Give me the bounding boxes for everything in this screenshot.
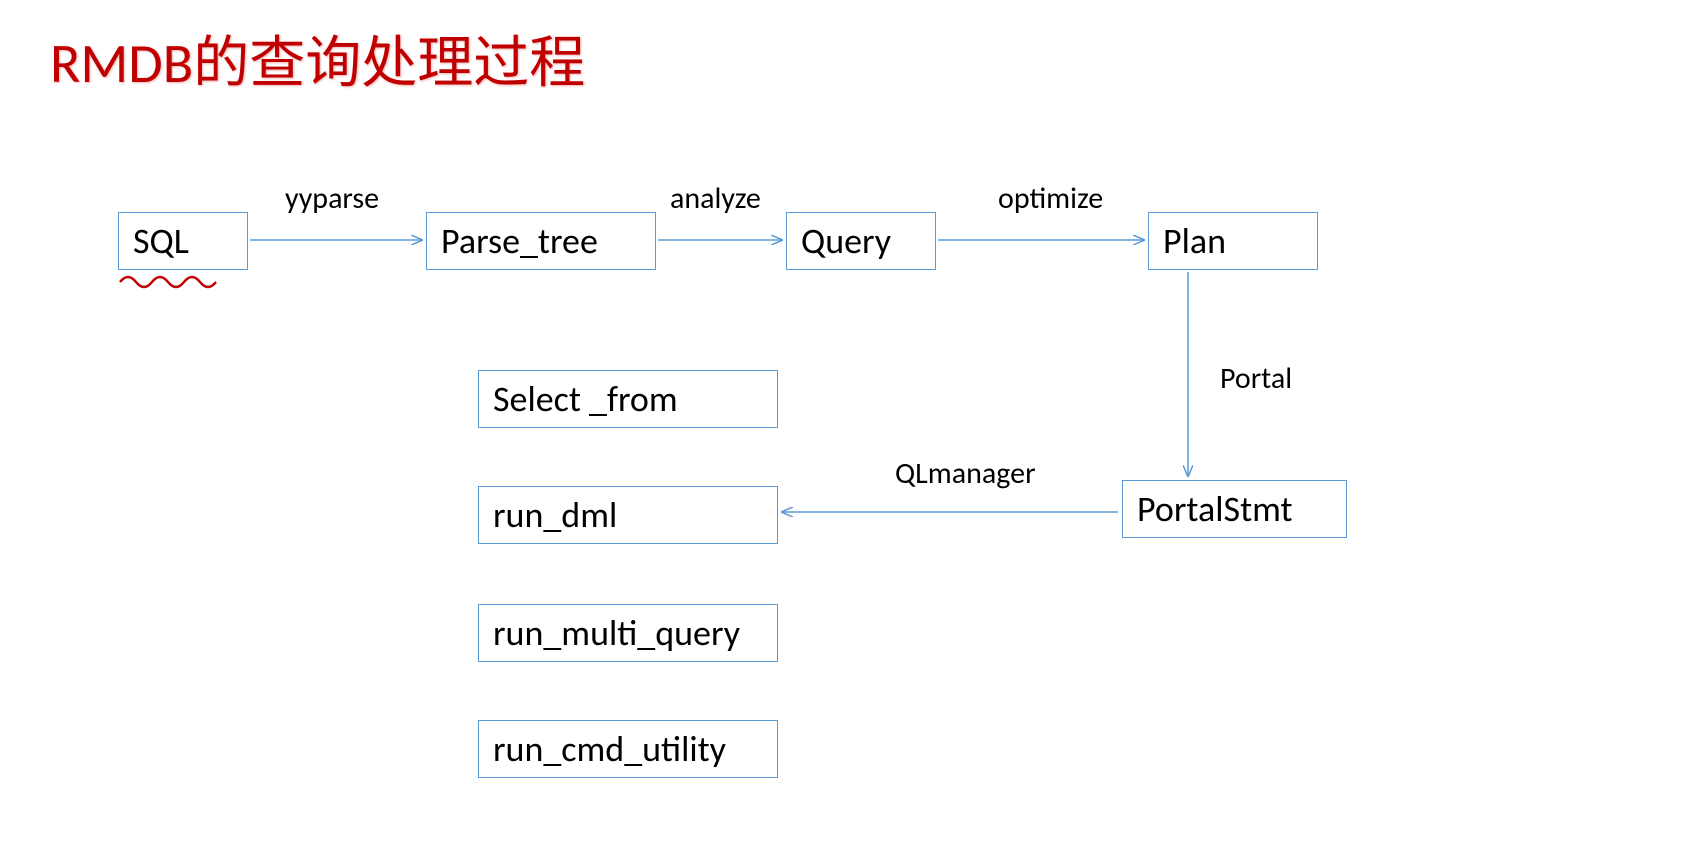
node-select-from: Select _from bbox=[478, 370, 778, 428]
node-run-cmd-utility: run_cmd_utility bbox=[478, 720, 778, 778]
node-run-multi-query: run_multi_query bbox=[478, 604, 778, 662]
node-parse-tree: Parse_tree bbox=[426, 212, 656, 270]
arrow-layer bbox=[0, 0, 1698, 858]
spellcheck-squiggle-icon bbox=[118, 270, 228, 290]
edge-label-optimize: optimize bbox=[998, 180, 1103, 217]
node-query: Query bbox=[786, 212, 936, 270]
edge-label-qlmanager: QLmanager bbox=[895, 455, 1036, 492]
node-sql: SQL bbox=[118, 212, 248, 270]
node-plan: Plan bbox=[1148, 212, 1318, 270]
edge-label-yyparse: yyparse bbox=[285, 180, 379, 217]
page-title: RMDB的查询处理过程 bbox=[50, 18, 585, 99]
edge-label-portal: Portal bbox=[1220, 360, 1292, 397]
node-portal-stmt: PortalStmt bbox=[1122, 480, 1347, 538]
node-run-dml: run_dml bbox=[478, 486, 778, 544]
edge-label-analyze: analyze bbox=[670, 180, 761, 217]
